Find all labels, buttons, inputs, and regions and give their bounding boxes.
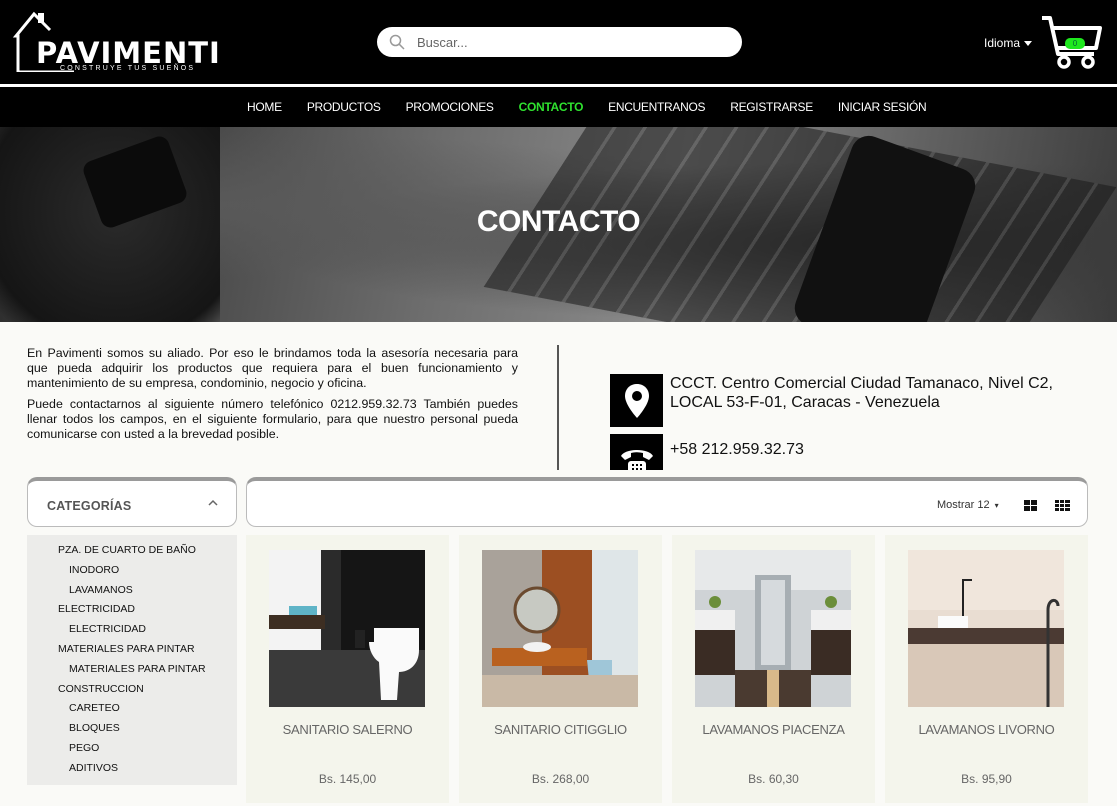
address-text: CCCT. Centro Comercial Ciudad Tamanaco, … xyxy=(670,375,1053,411)
grid-large-icon[interactable] xyxy=(1024,500,1037,511)
subcategory-item[interactable]: ELECTRICIDAD xyxy=(27,622,237,642)
map-pin-icon xyxy=(610,374,663,427)
category-item[interactable]: CONSTRUCCION xyxy=(27,682,237,702)
product-image[interactable] xyxy=(908,550,1064,707)
product-image[interactable] xyxy=(482,550,638,707)
subcategory-item[interactable]: ADITIVOS xyxy=(27,761,237,781)
subcategory-item[interactable]: INODORO xyxy=(27,563,237,583)
intro-paragraph-1: En Pavimenti somos su aliado. Por eso le… xyxy=(27,346,518,390)
search-input[interactable] xyxy=(417,32,717,52)
subcategory-item[interactable]: BLOQUES xyxy=(27,721,237,741)
phone-row: +58 212.959.32.73 xyxy=(610,434,804,470)
product-card[interactable]: SANITARIO SALERNO Bs. 145,00 xyxy=(246,535,449,803)
header: PAVIMENTI CONSTRUYE TUS SUEÑOS Idioma 0 xyxy=(0,0,1117,84)
categories-title: CATEGORÍAS xyxy=(47,499,132,513)
grid-small-icon[interactable] xyxy=(1055,500,1070,511)
product-toolbar: Mostrar 12 ▾ xyxy=(246,477,1088,527)
subcategory-item[interactable]: CARETEO xyxy=(27,701,237,721)
brand-tagline: CONSTRUYE TUS SUEÑOS xyxy=(60,65,196,72)
vertical-divider xyxy=(557,345,559,470)
product-card[interactable]: LAVAMANOS PIACENZA Bs. 60,30 xyxy=(672,535,875,803)
phone-text: +58 212.959.32.73 xyxy=(670,441,804,458)
category-list: PZA. DE CUARTO DE BAÑO INODORO LAVAMANOS… xyxy=(27,535,237,785)
subcategory-item[interactable]: LAVAMANOS xyxy=(27,583,237,603)
product-price: Bs. 145,00 xyxy=(318,772,377,786)
cart-button[interactable]: 0 xyxy=(1040,14,1104,70)
search-bar[interactable] xyxy=(377,27,742,57)
caret-down-icon xyxy=(1024,41,1033,47)
chevron-up-icon[interactable] xyxy=(208,499,218,507)
language-dropdown[interactable]: Idioma xyxy=(984,36,1033,50)
category-item[interactable]: ELECTRICIDAD xyxy=(27,602,237,622)
phone-icon xyxy=(610,434,663,470)
product-name: LAVAMANOS LIVORNO xyxy=(918,722,1055,737)
nav-iniciar-sesion[interactable]: INICIAR SESIÓN xyxy=(838,100,927,114)
product-name: SANITARIO SALERNO xyxy=(282,722,413,737)
product-card[interactable]: SANITARIO CITIGGLIO Bs. 268,00 xyxy=(459,535,662,803)
main-nav: HOME PRODUCTOS PROMOCIONES CONTACTO ENCU… xyxy=(0,87,1117,127)
nav-productos[interactable]: PRODUCTOS xyxy=(307,100,381,114)
product-card[interactable]: LAVAMANOS LIVORNO Bs. 95,90 xyxy=(885,535,1088,803)
nav-promociones[interactable]: PROMOCIONES xyxy=(406,100,494,114)
category-item[interactable]: MATERIALES PARA PINTAR xyxy=(27,642,237,662)
product-image[interactable] xyxy=(269,550,425,707)
show-count-dropdown[interactable]: Mostrar 12 ▾ xyxy=(937,499,999,511)
subcategory-item[interactable]: PEGO xyxy=(27,741,237,761)
nav-encuentranos[interactable]: ENCUENTRANOS xyxy=(608,100,705,114)
cart-count-badge: 0 xyxy=(1065,38,1085,49)
show-count-label: Mostrar 12 xyxy=(937,499,990,511)
contact-intro: En Pavimenti somos su aliado. Por eso le… xyxy=(27,346,518,448)
intro-paragraph-2: Puede contactarnos al siguiente número t… xyxy=(27,397,518,441)
product-name: LAVAMANOS PIACENZA xyxy=(702,722,845,737)
category-item[interactable]: PZA. DE CUARTO DE BAÑO xyxy=(27,543,237,563)
product-price: Bs. 95,90 xyxy=(961,772,1012,786)
nav-home[interactable]: HOME xyxy=(247,100,282,114)
contact-details: CCCT. Centro Comercial Ciudad Tamanaco, … xyxy=(600,370,1100,470)
caret-down-icon: ▾ xyxy=(994,501,999,510)
product-price: Bs. 60,30 xyxy=(748,772,799,786)
hero-banner: CONTACTO xyxy=(0,127,1117,322)
product-image[interactable] xyxy=(695,550,851,707)
address-row: CCCT. Centro Comercial Ciudad Tamanaco, … xyxy=(610,374,1090,427)
subcategory-item[interactable]: MATERIALES PARA PINTAR xyxy=(27,662,237,682)
logo[interactable]: PAVIMENTI CONSTRUYE TUS SUEÑOS xyxy=(12,10,220,76)
hero-title: CONTACTO xyxy=(476,205,641,238)
nav-contacto[interactable]: CONTACTO xyxy=(519,100,584,114)
product-price: Bs. 268,00 xyxy=(531,772,590,786)
product-name: SANITARIO CITIGGLIO xyxy=(494,722,627,737)
language-label: Idioma xyxy=(984,36,1021,50)
search-icon xyxy=(389,34,405,50)
nav-registrarse[interactable]: REGISTRARSE xyxy=(730,100,813,114)
categories-header[interactable]: CATEGORÍAS xyxy=(27,477,237,527)
